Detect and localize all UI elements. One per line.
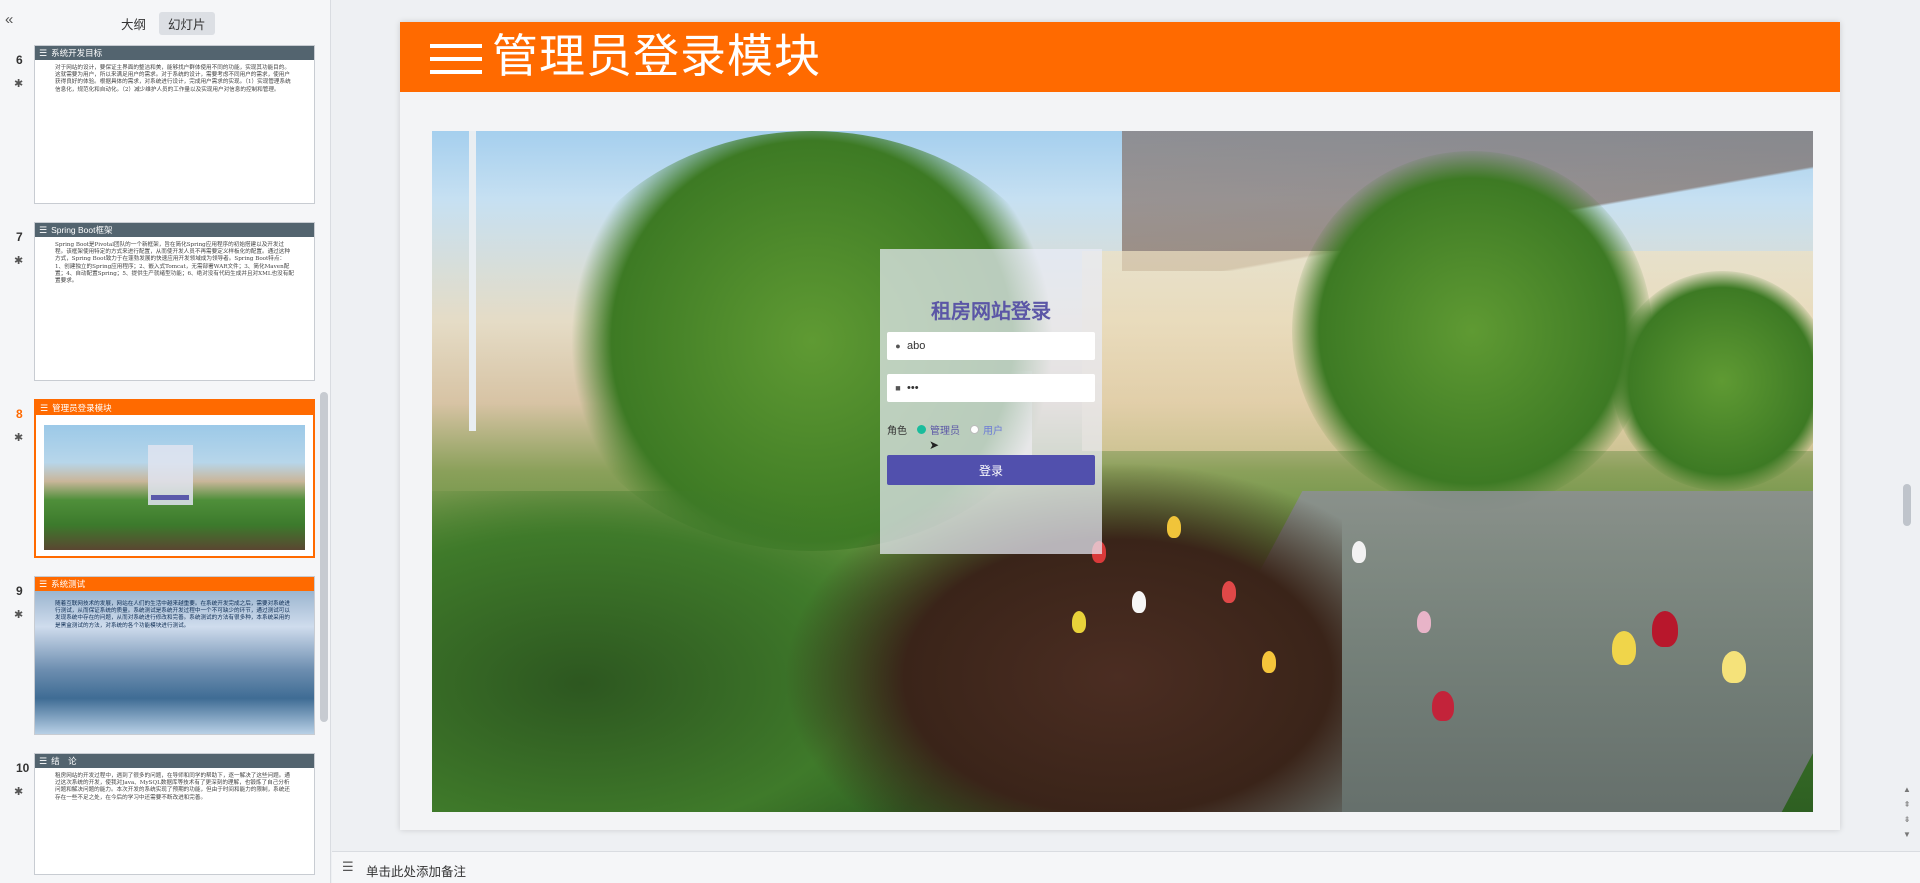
editor-vertical-scrollbar[interactable]: ▲ ⇞ ⇟ ▼ (1902, 0, 1912, 845)
menu-icon: ☰ (40, 403, 49, 413)
mouse-cursor-icon: ➤ (929, 438, 940, 452)
tulip (1652, 611, 1678, 647)
thumbnail-title: 结 论 (51, 756, 77, 766)
login-title: 租房网站登录 (931, 299, 1051, 323)
star-icon[interactable]: ✱ (14, 608, 23, 621)
slide-thumbnail[interactable]: ☰ 系统测试 随着互联网技术的发展，网站在人们的生活中越来越重要。在系统开发完成… (34, 576, 315, 735)
menu-icon: ☰ (39, 48, 48, 58)
thumbnail-text: 租房网站的开发过程中，遇到了很多的问题，在导师和同学的帮助下，逐一解决了这些问题… (55, 773, 290, 801)
tulip (1262, 651, 1276, 673)
role-label: 角色 (887, 426, 907, 437)
slide-number: 9 (16, 584, 23, 598)
slide-number: 10 (16, 761, 30, 775)
thumbnail-title: 系统开发目标 (51, 48, 103, 58)
slide-thumbnail-active[interactable]: ☰ 管理员登录模块 (34, 399, 315, 558)
slide-title[interactable]: 管理员登录模块 (492, 28, 821, 84)
pole (469, 131, 476, 431)
slide-number: 8 (16, 407, 23, 421)
role-option-admin[interactable]: 管理员 (930, 422, 960, 437)
thumbnail-header: ☰ Spring Boot框架 (35, 223, 314, 237)
scroll-page-down-icon[interactable]: ⇟ (1902, 815, 1912, 824)
scroll-down-icon[interactable]: ▼ (1902, 830, 1912, 839)
tab-outline[interactable]: 大纲 (112, 12, 155, 35)
tab-slides[interactable]: 幻灯片 (159, 12, 215, 35)
role-selector: 角色 管理员 用户 (887, 422, 1003, 437)
star-icon[interactable]: ✱ (14, 254, 23, 267)
slide-thumbnail-panel: « 大纲 幻灯片 6 ✱ ☰ 系统开发目标 对于网站的设计，要保证主界面的整洁和… (0, 0, 331, 883)
slide-thumbnail[interactable]: ☰ 结 论 租房网站的开发过程中，遇到了很多的问题，在导师和同学的帮助下，逐一解… (34, 753, 315, 875)
thumbnail-header: ☰ 系统开发目标 (35, 46, 314, 60)
star-icon[interactable]: ✱ (14, 785, 23, 798)
star-icon[interactable]: ✱ (14, 77, 23, 90)
thumbnail-header: ☰ 系统测试 (35, 577, 314, 591)
slide-number: 6 (16, 53, 23, 67)
tulip (1132, 591, 1146, 613)
password-input[interactable] (907, 382, 1087, 394)
slide-canvas[interactable]: 管理员登录模块 租房网站登录 ● abo ■ ••• 角色 管理员 用户 ➤ 登… (400, 22, 1840, 830)
slide-thumbnail[interactable]: ☰ Spring Boot框架 Spring Boot是Pivotal团队的一个… (34, 222, 315, 381)
tree-right (1292, 151, 1652, 511)
scroll-page-up-icon[interactable]: ⇞ (1902, 800, 1912, 809)
user-icon: ● (895, 341, 901, 351)
tulip (1072, 611, 1086, 633)
thumbnail-title: 系统测试 (51, 579, 86, 589)
thumbnail-text: 随着互联网技术的发展，网站在人们的生活中越来越重要。在系统开发完成之后，需要对系… (55, 601, 290, 629)
notes-placeholder[interactable]: 单击此处添加备注 (366, 861, 466, 880)
tulip (1417, 611, 1431, 633)
radio-admin[interactable] (917, 425, 926, 434)
double-chevron-left-icon[interactable]: « (5, 12, 21, 28)
tulip (1167, 516, 1181, 538)
username-input[interactable] (907, 340, 1087, 352)
tulip (1612, 631, 1636, 665)
tulip (1222, 581, 1236, 603)
star-icon[interactable]: ✱ (14, 431, 23, 444)
radio-user[interactable] (970, 425, 979, 434)
slide-editor: 管理员登录模块 租房网站登录 ● abo ■ ••• 角色 管理员 用户 ➤ 登… (332, 0, 1920, 883)
screenshot-image[interactable]: 租房网站登录 ● ■ 角色 管理员 用户 ➤ 登录 (432, 131, 1813, 812)
thumbnail-text: 对于网站的设计，要保证主界面的整洁和美，能够找户群体使用不同的功能，实现其功能目… (55, 65, 291, 93)
slide-number: 7 (16, 230, 23, 244)
login-button[interactable]: 登录 (887, 455, 1095, 485)
tulip (1352, 541, 1366, 563)
thumbnail-title: Spring Boot框架 (51, 225, 113, 235)
thumbnail-title: 管理员登录模块 (52, 403, 112, 413)
thumbnail-photo (44, 425, 305, 550)
view-tabs: 大纲 幻灯片 (112, 12, 215, 35)
login-card: 租房网站登录 ● ■ 角色 管理员 用户 ➤ 登录 (880, 249, 1102, 554)
thumbnail-header: ☰ 结 论 (35, 754, 314, 768)
scrollbar-thumb[interactable] (1903, 484, 1911, 526)
username-field[interactable]: ● (887, 332, 1095, 360)
thumbnail-background: 随着互联网技术的发展，网站在人们的生活中越来越重要。在系统开发完成之后，需要对系… (35, 591, 314, 734)
thumbnail-login-button (151, 495, 189, 500)
menu-icon: ☰ (39, 579, 48, 589)
hamburger-lines-icon (430, 44, 482, 76)
scroll-up-icon[interactable]: ▲ (1902, 785, 1912, 794)
tulip (1432, 691, 1454, 721)
notes-bar[interactable]: ☰ 单击此处添加备注 (332, 851, 1920, 883)
slide-header-bar: 管理员登录模块 (400, 22, 1840, 92)
role-option-user[interactable]: 用户 (983, 422, 1003, 437)
tulip (1722, 651, 1746, 683)
thumbnail-scrollbar[interactable] (320, 392, 328, 722)
thumbnail-header: ☰ 管理员登录模块 (36, 401, 313, 415)
lock-icon: ■ (895, 383, 901, 393)
thumbnail-text: Spring Boot是Pivotal团队的一个新框架，旨在简化Spring应用… (55, 242, 294, 285)
slide-thumbnail[interactable]: ☰ 系统开发目标 对于网站的设计，要保证主界面的整洁和美，能够找户群体使用不同的… (34, 45, 315, 204)
menu-icon: ☰ (39, 225, 48, 235)
notes-list-icon: ☰ (342, 859, 354, 874)
password-field[interactable]: ■ (887, 374, 1095, 402)
menu-icon: ☰ (39, 756, 48, 766)
tree-far-right (1612, 271, 1813, 491)
